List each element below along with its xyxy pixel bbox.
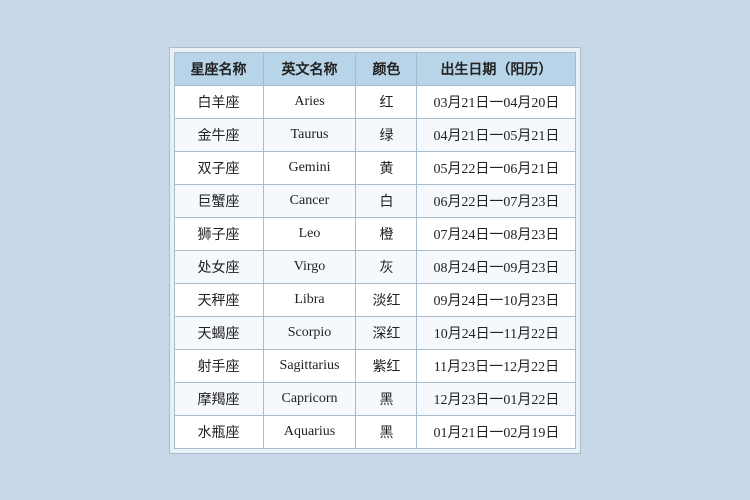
- cell-r3-c3: 06月22日一07月23日: [417, 184, 576, 217]
- cell-r10-c1: Aquarius: [263, 415, 356, 448]
- cell-r7-c2: 深红: [356, 316, 417, 349]
- cell-r8-c3: 11月23日一12月22日: [417, 349, 576, 382]
- table-row: 射手座Sagittarius紫红11月23日一12月22日: [174, 349, 576, 382]
- table-row: 狮子座Leo橙07月24日一08月23日: [174, 217, 576, 250]
- cell-r8-c0: 射手座: [174, 349, 263, 382]
- table-header-row: 星座名称英文名称颜色出生日期（阳历）: [174, 52, 576, 85]
- table-row: 天秤座Libra淡红09月24日一10月23日: [174, 283, 576, 316]
- header-col-1: 英文名称: [263, 52, 356, 85]
- cell-r2-c2: 黄: [356, 151, 417, 184]
- cell-r1-c1: Taurus: [263, 118, 356, 151]
- header-col-3: 出生日期（阳历）: [417, 52, 576, 85]
- cell-r1-c0: 金牛座: [174, 118, 263, 151]
- cell-r2-c3: 05月22日一06月21日: [417, 151, 576, 184]
- cell-r8-c1: Sagittarius: [263, 349, 356, 382]
- cell-r1-c3: 04月21日一05月21日: [417, 118, 576, 151]
- cell-r7-c0: 天蝎座: [174, 316, 263, 349]
- cell-r10-c3: 01月21日一02月19日: [417, 415, 576, 448]
- cell-r9-c3: 12月23日一01月22日: [417, 382, 576, 415]
- cell-r4-c2: 橙: [356, 217, 417, 250]
- cell-r7-c3: 10月24日一11月22日: [417, 316, 576, 349]
- table-row: 处女座Virgo灰08月24日一09月23日: [174, 250, 576, 283]
- cell-r1-c2: 绿: [356, 118, 417, 151]
- cell-r5-c0: 处女座: [174, 250, 263, 283]
- cell-r6-c3: 09月24日一10月23日: [417, 283, 576, 316]
- cell-r5-c1: Virgo: [263, 250, 356, 283]
- cell-r9-c1: Capricorn: [263, 382, 356, 415]
- cell-r0-c2: 红: [356, 85, 417, 118]
- cell-r10-c0: 水瓶座: [174, 415, 263, 448]
- table-row: 白羊座Aries红03月21日一04月20日: [174, 85, 576, 118]
- cell-r5-c2: 灰: [356, 250, 417, 283]
- cell-r4-c3: 07月24日一08月23日: [417, 217, 576, 250]
- cell-r6-c2: 淡红: [356, 283, 417, 316]
- cell-r10-c2: 黑: [356, 415, 417, 448]
- cell-r4-c1: Leo: [263, 217, 356, 250]
- cell-r2-c0: 双子座: [174, 151, 263, 184]
- cell-r0-c1: Aries: [263, 85, 356, 118]
- cell-r6-c1: Libra: [263, 283, 356, 316]
- cell-r4-c0: 狮子座: [174, 217, 263, 250]
- table-row: 巨蟹座Cancer白06月22日一07月23日: [174, 184, 576, 217]
- table-row: 天蝎座Scorpio深红10月24日一11月22日: [174, 316, 576, 349]
- zodiac-table: 星座名称英文名称颜色出生日期（阳历） 白羊座Aries红03月21日一04月20…: [174, 52, 577, 449]
- table-row: 水瓶座Aquarius黑01月21日一02月19日: [174, 415, 576, 448]
- cell-r0-c0: 白羊座: [174, 85, 263, 118]
- cell-r3-c1: Cancer: [263, 184, 356, 217]
- cell-r5-c3: 08月24日一09月23日: [417, 250, 576, 283]
- cell-r8-c2: 紫红: [356, 349, 417, 382]
- table-body: 白羊座Aries红03月21日一04月20日金牛座Taurus绿04月21日一0…: [174, 85, 576, 448]
- cell-r0-c3: 03月21日一04月20日: [417, 85, 576, 118]
- table-row: 摩羯座Capricorn黑12月23日一01月22日: [174, 382, 576, 415]
- header-col-2: 颜色: [356, 52, 417, 85]
- cell-r9-c0: 摩羯座: [174, 382, 263, 415]
- table-row: 金牛座Taurus绿04月21日一05月21日: [174, 118, 576, 151]
- cell-r7-c1: Scorpio: [263, 316, 356, 349]
- header-col-0: 星座名称: [174, 52, 263, 85]
- cell-r6-c0: 天秤座: [174, 283, 263, 316]
- cell-r2-c1: Gemini: [263, 151, 356, 184]
- zodiac-table-wrapper: 星座名称英文名称颜色出生日期（阳历） 白羊座Aries红03月21日一04月20…: [169, 47, 582, 454]
- cell-r9-c2: 黑: [356, 382, 417, 415]
- cell-r3-c0: 巨蟹座: [174, 184, 263, 217]
- table-row: 双子座Gemini黄05月22日一06月21日: [174, 151, 576, 184]
- cell-r3-c2: 白: [356, 184, 417, 217]
